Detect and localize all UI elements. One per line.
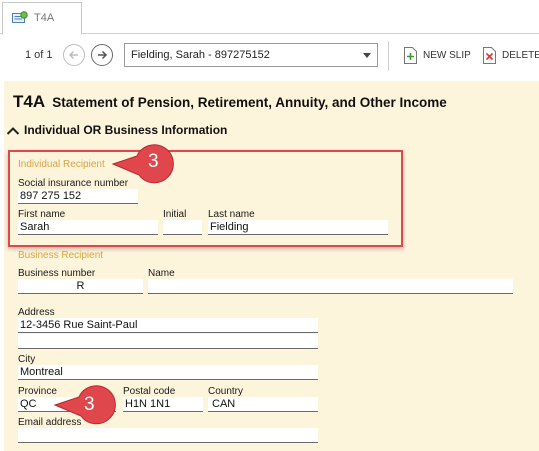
city-value: Montreal — [20, 366, 63, 378]
business-recipient-heading: Business Recipient — [18, 250, 104, 261]
new-slip-button[interactable]: NEW SLIP — [403, 46, 473, 66]
form-code: T4A — [13, 92, 46, 111]
next-button[interactable] — [91, 44, 113, 66]
slip-icon — [12, 11, 28, 23]
province-value: QC — [20, 398, 37, 410]
callout-badge-top: 3 — [111, 142, 183, 184]
toolbar: 1 of 1 Fielding, Sarah - 897275152 NEW S… — [0, 35, 539, 77]
delete-label: DELETE — [502, 50, 539, 61]
highlight-box — [8, 150, 403, 247]
postal-code-label: Postal code — [123, 386, 176, 397]
address-label: Address — [18, 307, 55, 318]
country-field[interactable]: CAN — [208, 397, 318, 412]
email-field[interactable] — [18, 428, 318, 443]
tab-label: T4A — [34, 12, 55, 24]
recipient-select-value: Fielding, Sarah - 897275152 — [131, 49, 270, 61]
city-field[interactable]: Montreal — [18, 365, 318, 380]
postal-code-field[interactable]: H1N 1N1 — [123, 397, 203, 412]
pager-text: 1 of 1 — [25, 49, 53, 61]
section-title: Individual OR Business Information — [24, 123, 228, 137]
address-line1-field[interactable]: 12-3456 Rue Saint-Paul — [18, 318, 318, 333]
previous-button[interactable] — [63, 44, 85, 66]
arrow-left-icon — [68, 50, 78, 60]
postal-code-value: H1N 1N1 — [125, 398, 171, 410]
delete-button[interactable]: DELETE — [482, 46, 539, 66]
callout-number-top: 3 — [148, 151, 159, 172]
chevron-down-icon — [363, 53, 371, 58]
address-line1-value: 12-3456 Rue Saint-Paul — [20, 319, 138, 331]
business-number-field[interactable]: R — [18, 279, 143, 294]
new-slip-icon — [404, 47, 417, 64]
toolbar-divider — [388, 41, 389, 71]
recipient-select[interactable]: Fielding, Sarah - 897275152 — [124, 43, 378, 67]
country-label: Country — [208, 386, 244, 397]
tab-strip: T4A — [0, 0, 539, 35]
business-name-label: Name — [148, 268, 175, 279]
callout-badge-bottom: 3 — [53, 383, 125, 425]
province-label: Province — [18, 386, 57, 397]
form-title: T4A Statement of Pension, Retirement, An… — [13, 92, 447, 112]
address-line2-field[interactable] — [18, 334, 318, 349]
business-number-label: Business number — [18, 268, 96, 279]
city-label: City — [18, 354, 36, 365]
arrow-right-icon — [98, 50, 108, 60]
callout-number-bottom: 3 — [84, 394, 95, 415]
country-value: CAN — [212, 398, 236, 410]
delete-icon — [483, 47, 496, 64]
form-description: Statement of Pension, Retirement, Annuit… — [52, 95, 447, 110]
tab-t4a[interactable]: T4A — [2, 2, 82, 35]
business-name-field[interactable] — [148, 279, 513, 294]
new-slip-label: NEW SLIP — [423, 50, 471, 61]
business-number-r: R — [76, 280, 85, 292]
chevron-up-icon — [6, 127, 20, 135]
